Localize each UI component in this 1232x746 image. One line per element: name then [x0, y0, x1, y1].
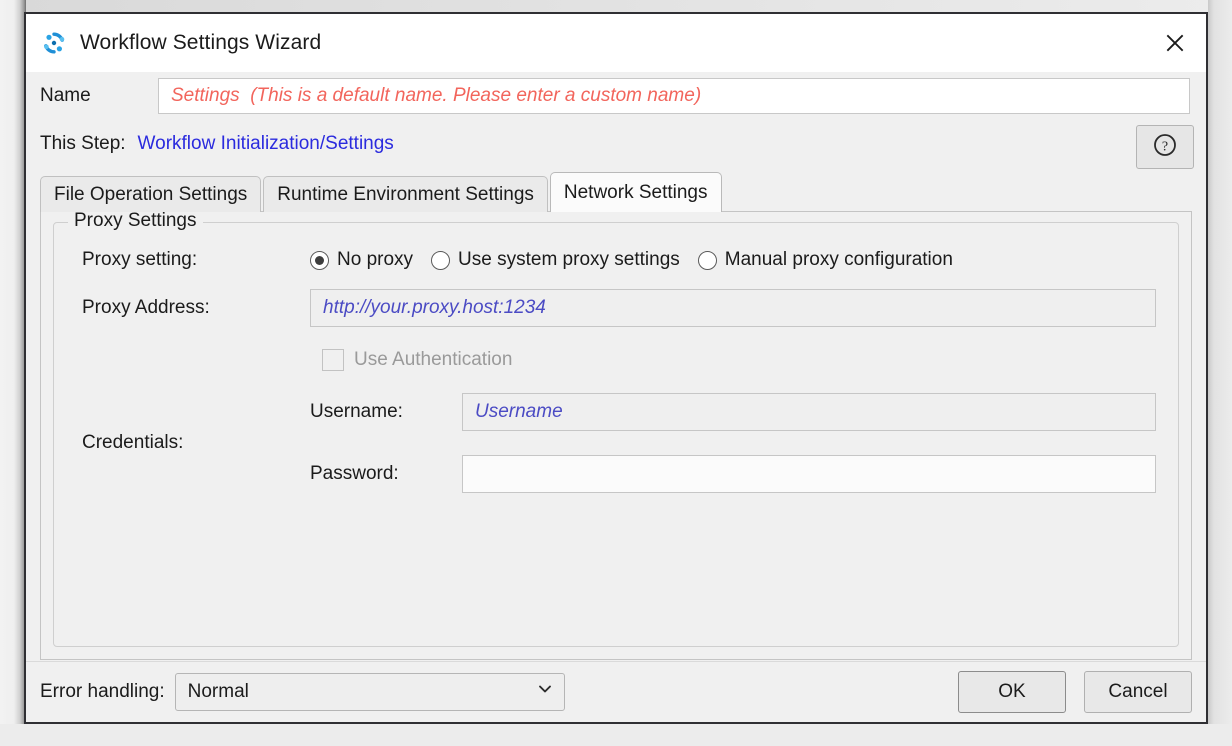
proxy-address-row: Proxy Address: http://your.proxy.host:12… — [70, 289, 1162, 327]
tab-network-settings[interactable]: Network Settings — [550, 172, 722, 212]
username-input[interactable]: Username — [462, 393, 1156, 431]
radio-indicator — [310, 251, 329, 270]
credentials-fields: Username: Username Password: — [310, 393, 1162, 493]
password-label: Password: — [310, 463, 462, 485]
window-backdrop-bottom — [0, 724, 1232, 746]
username-line: Username: Username — [310, 393, 1162, 431]
network-settings-panel: Proxy Settings Proxy setting: No proxy U… — [40, 211, 1192, 660]
radio-no-proxy[interactable]: No proxy — [310, 249, 413, 271]
username-placeholder: Username — [475, 401, 563, 423]
chevron-down-icon — [536, 680, 554, 704]
proxy-setting-radio-group: No proxy Use system proxy settings Manua… — [310, 249, 953, 271]
radio-label: Manual proxy configuration — [725, 249, 953, 271]
proxy-address-label: Proxy Address: — [70, 297, 310, 319]
proxy-setting-label: Proxy setting: — [70, 249, 310, 271]
close-icon[interactable] — [1144, 14, 1206, 72]
name-label: Name — [40, 85, 158, 107]
password-line: Password: — [310, 455, 1162, 493]
error-handling-value: Normal — [188, 681, 536, 703]
radio-label: Use system proxy settings — [458, 249, 680, 271]
tab-label: Network Settings — [564, 182, 708, 204]
password-input[interactable] — [462, 455, 1156, 493]
proxy-settings-group-title: Proxy Settings — [68, 210, 203, 232]
this-step-label: This Step: — [40, 133, 126, 155]
window-backdrop-right — [1208, 0, 1232, 746]
ok-button-label: OK — [998, 681, 1025, 703]
ok-button[interactable]: OK — [958, 671, 1066, 713]
radio-label: No proxy — [337, 249, 413, 271]
credentials-row: Credentials: Username: Username Password… — [70, 393, 1162, 493]
sync-arrows-icon — [40, 29, 68, 57]
cancel-button-label: Cancel — [1108, 681, 1167, 703]
tab-label: Runtime Environment Settings — [277, 184, 534, 206]
radio-indicator — [698, 251, 717, 270]
proxy-setting-row: Proxy setting: No proxy Use system proxy… — [70, 249, 1162, 271]
name-input[interactable]: Settings (This is a default name. Please… — [158, 78, 1190, 114]
radio-use-system-proxy-settings[interactable]: Use system proxy settings — [431, 249, 680, 271]
error-handling-select[interactable]: Normal — [175, 673, 565, 711]
window-backdrop-left — [0, 0, 26, 746]
use-authentication-checkbox[interactable] — [322, 349, 344, 371]
username-label: Username: — [310, 401, 462, 423]
settings-tabs: File Operation Settings Runtime Environm… — [40, 172, 1192, 212]
tab-file-operation-settings[interactable]: File Operation Settings — [40, 176, 261, 212]
this-step-row: This Step: Workflow Initialization/Setti… — [26, 120, 1206, 168]
radio-indicator — [431, 251, 450, 270]
this-step-link[interactable]: Workflow Initialization/Settings — [138, 133, 394, 155]
radio-manual-proxy-configuration[interactable]: Manual proxy configuration — [698, 249, 953, 271]
proxy-address-placeholder: http://your.proxy.host:1234 — [323, 297, 546, 319]
cancel-button[interactable]: Cancel — [1084, 671, 1192, 713]
use-authentication-label: Use Authentication — [354, 349, 512, 371]
use-authentication-row: Use Authentication — [70, 349, 1162, 371]
dialog-titlebar: Workflow Settings Wizard — [26, 14, 1206, 72]
dialog-title: Workflow Settings Wizard — [80, 31, 321, 55]
proxy-settings-group: Proxy Settings Proxy setting: No proxy U… — [53, 222, 1179, 647]
name-row: Name Settings (This is a default name. P… — [26, 72, 1206, 120]
tab-label: File Operation Settings — [54, 184, 247, 206]
tab-runtime-environment-settings[interactable]: Runtime Environment Settings — [263, 176, 548, 212]
workflow-settings-dialog: Workflow Settings Wizard Name Settings (… — [26, 14, 1206, 722]
help-button[interactable]: ? — [1136, 125, 1194, 169]
proxy-address-input[interactable]: http://your.proxy.host:1234 — [310, 289, 1156, 327]
error-handling-label: Error handling: — [40, 681, 165, 703]
dialog-footer: Error handling: Normal OK Cancel — [26, 661, 1206, 722]
svg-text:?: ? — [1162, 139, 1168, 154]
question-mark-circle-icon: ? — [1152, 132, 1178, 163]
credentials-label: Credentials: — [70, 432, 310, 454]
name-input-placeholder: Settings (This is a default name. Please… — [171, 85, 701, 107]
